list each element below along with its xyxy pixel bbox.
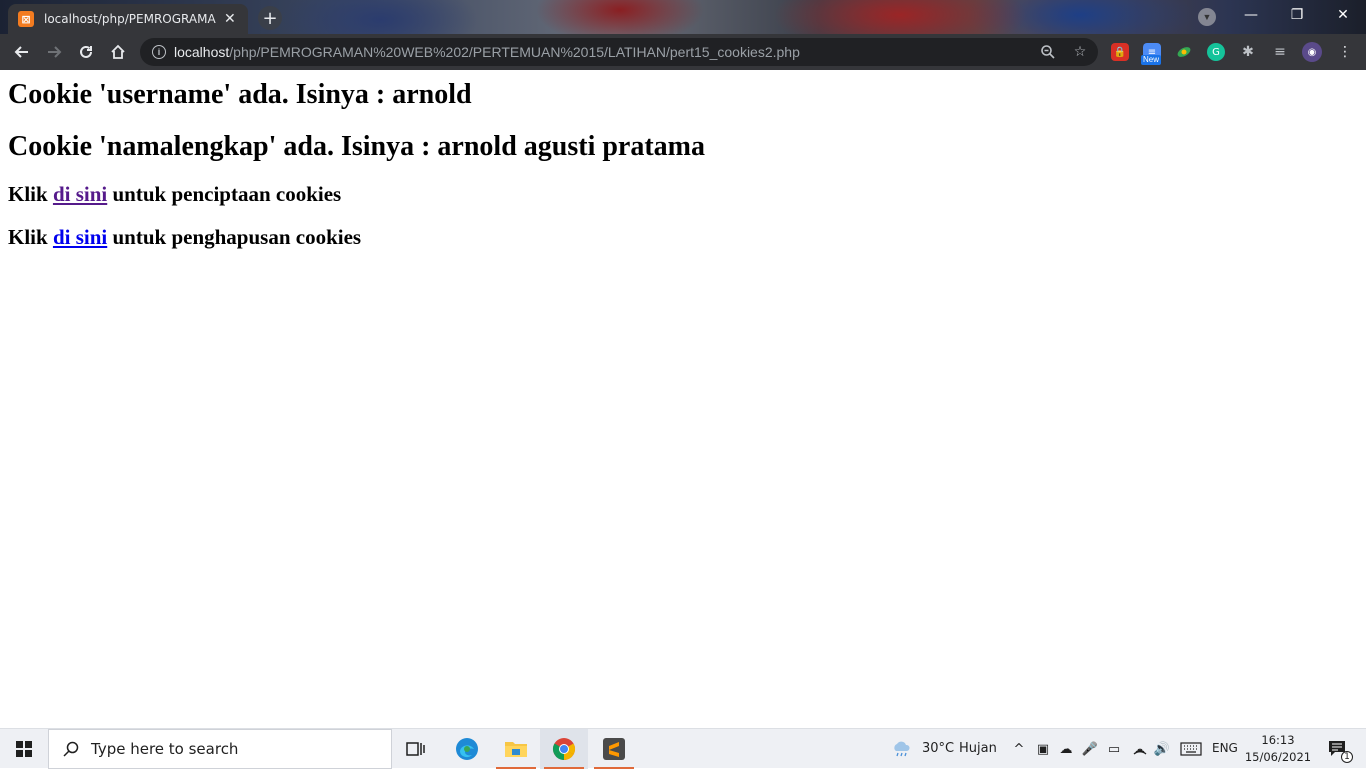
windows-logo-icon [16,741,32,757]
clock-time: 16:13 [1261,733,1295,747]
task-view-icon[interactable] [392,729,440,769]
search-placeholder: Type here to search [91,740,239,758]
address-bar[interactable]: i localhost/php/PEMROGRAMAN%20WEB%202/PE… [140,38,1098,66]
site-info-icon[interactable]: i [152,45,166,59]
extensions-puzzle-icon[interactable]: ✱ [1239,43,1257,61]
reload-icon[interactable] [74,40,98,64]
start-button[interactable] [0,729,48,769]
search-icon [63,741,79,757]
weather-description[interactable]: Hujan [959,741,997,756]
restore-button[interactable]: ❐ [1274,0,1320,30]
new-tab-button[interactable]: + [258,6,282,30]
back-arrow-icon[interactable] [10,40,34,64]
browser-title-bar: ⊠ localhost/php/PEMROGRAMAN W ✕ + ▼ — ❐ … [0,0,1366,34]
file-explorer-icon[interactable] [492,729,540,769]
cookie-username-heading: Cookie 'username' ada. Isinya : arnold [8,79,472,110]
chrome-icon[interactable] [540,729,588,769]
edge-browser-icon[interactable] [443,729,491,769]
minimize-button[interactable]: — [1228,0,1274,30]
clock-date: 15/06/2021 [1244,750,1312,764]
wifi-icon[interactable] [1132,741,1148,757]
forward-arrow-icon[interactable] [42,40,66,64]
weather-temperature[interactable]: 30°C [922,741,954,756]
delete-prefix: Klik [8,225,53,249]
url-text[interactable]: localhost/php/PEMROGRAMAN%20WEB%202/PERT… [174,44,800,60]
media-control-icon[interactable]: ≡ [1271,43,1289,61]
windows-taskbar: Type here to search 30°C Hujan ^ ▣ ☁ 🎤 ▭… [0,728,1366,769]
browser-tab-active[interactable]: ⊠ localhost/php/PEMROGRAMAN W ✕ [8,4,248,34]
grammarly-icon[interactable]: G [1207,43,1225,61]
extension-new-badge: New [1141,55,1162,65]
zoom-icon[interactable] [1040,44,1056,60]
volume-icon[interactable]: 🔊 [1154,741,1170,757]
microphone-icon[interactable]: 🎤 [1082,741,1098,757]
show-hidden-icons-chevron-icon[interactable]: ^ [1011,741,1027,757]
input-language[interactable]: ENG [1212,741,1238,755]
create-cookies-line: Klik di sini untuk penciptaan cookies [8,181,341,207]
system-clock[interactable]: 16:13 15/06/2021 [1240,732,1316,766]
delete-suffix: untuk penghapusan cookies [107,225,362,249]
home-icon[interactable] [106,40,130,64]
touch-keyboard-icon[interactable] [1180,741,1202,757]
url-host: localhost [174,44,230,60]
meet-now-icon[interactable]: ▣ [1035,741,1051,757]
battery-icon[interactable]: ▭ [1106,741,1122,757]
cookie-namalengkap-heading: Cookie 'namalengkap' ada. Isinya : arnol… [8,131,705,162]
profile-avatar[interactable]: ◉ [1302,42,1322,62]
create-prefix: Klik [8,182,53,206]
tab-title: localhost/php/PEMROGRAMAN W [44,12,216,26]
weather-rain-icon[interactable] [892,741,912,757]
extension-leaf-icon[interactable] [1175,43,1193,61]
create-cookies-link[interactable]: di sini [53,182,107,206]
url-path: /php/PEMROGRAMAN%20WEB%202/PERTEMUAN%201… [229,44,800,60]
tab-search-icon[interactable]: ▼ [1198,8,1216,26]
taskbar-search-box[interactable]: Type here to search [48,729,392,769]
delete-cookies-line: Klik di sini untuk penghapusan cookies [8,224,361,250]
tab-close-icon[interactable]: ✕ [224,11,236,27]
web-page-content: Cookie 'username' ada. Isinya : arnold C… [0,70,1366,728]
sublime-text-icon[interactable] [590,729,638,769]
extension-lock-icon[interactable]: 🔒 [1111,43,1129,61]
notification-count-badge: 1 [1341,751,1353,763]
onedrive-cloud-icon[interactable]: ☁ [1058,741,1074,757]
xampp-favicon-icon: ⊠ [18,11,34,27]
delete-cookies-link[interactable]: di sini [53,225,107,249]
browser-menu-icon[interactable]: ⋮ [1336,43,1354,61]
browser-toolbar: i localhost/php/PEMROGRAMAN%20WEB%202/PE… [0,34,1366,70]
close-window-button[interactable]: ✕ [1320,0,1366,30]
bookmark-star-icon[interactable]: ☆ [1072,44,1088,60]
create-suffix: untuk penciptaan cookies [107,182,342,206]
